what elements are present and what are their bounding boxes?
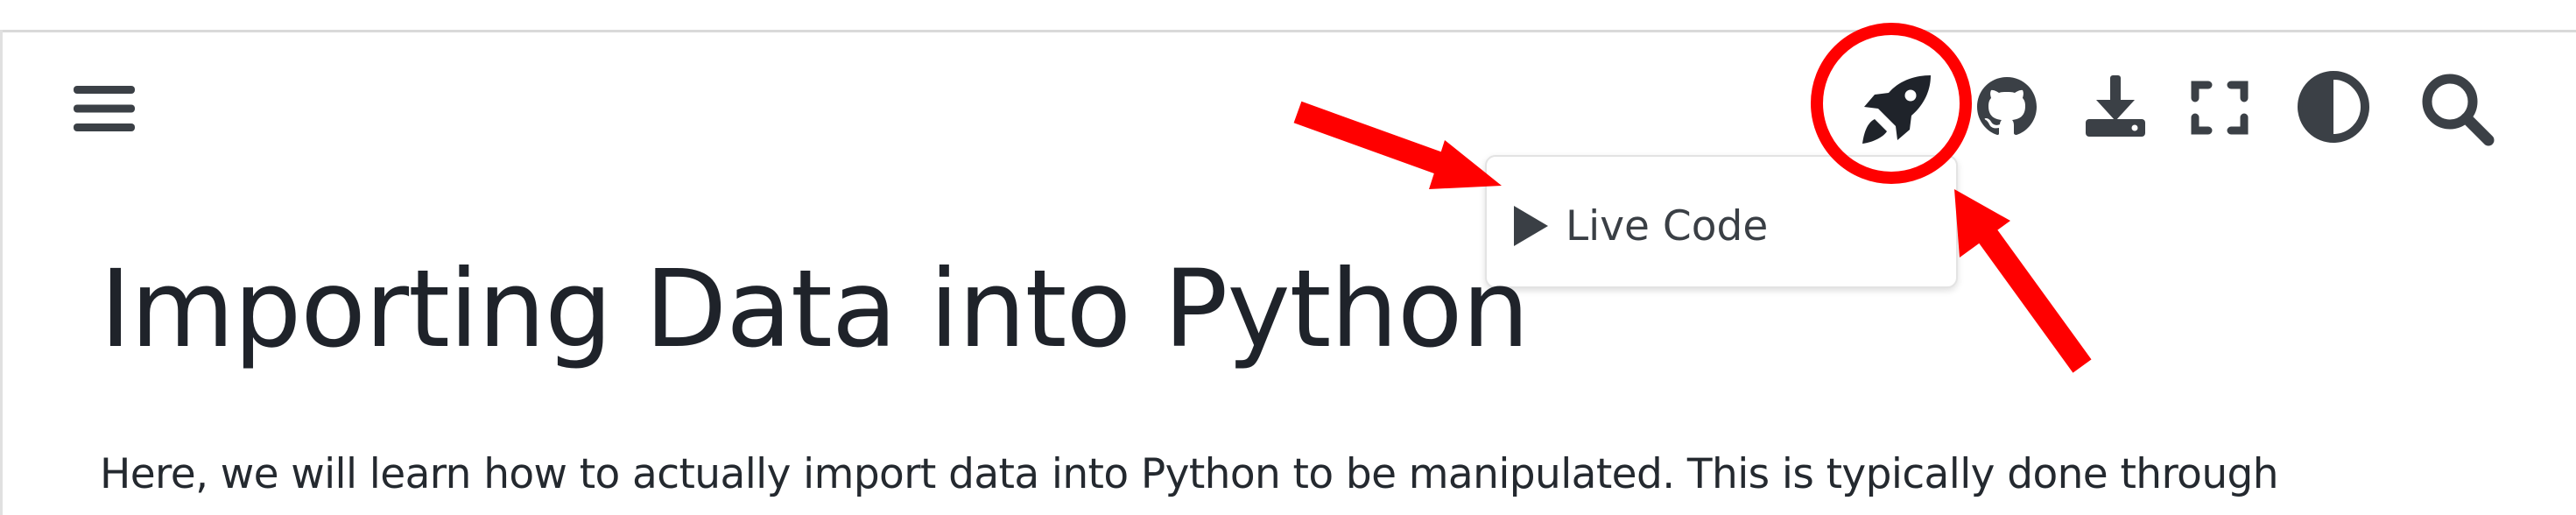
github-icon[interactable]: [1975, 75, 2038, 138]
menu-icon[interactable]: [74, 84, 135, 133]
live-code-menu-item[interactable]: Live Code: [1511, 199, 1768, 253]
annotation-arrow-right: [1954, 189, 2092, 373]
page-border-left: [0, 30, 3, 515]
fullscreen-icon[interactable]: [2191, 81, 2249, 135]
download-icon[interactable]: [2084, 74, 2147, 138]
theme-contrast-icon[interactable]: [2297, 70, 2370, 144]
search-icon[interactable]: [2418, 70, 2495, 147]
live-code-label: Live Code: [1566, 201, 1769, 250]
play-icon: [1511, 204, 1550, 248]
launch-dropdown-menu: Live Code: [1485, 155, 1958, 288]
rocket-icon[interactable]: [1861, 74, 1932, 145]
intro-paragraph: Here, we will learn how to actually impo…: [100, 450, 2279, 498]
page-title: Importing Data into Python: [100, 247, 1530, 371]
annotation-arrow-left: [1293, 101, 1502, 189]
page-border-top: [0, 30, 2576, 32]
